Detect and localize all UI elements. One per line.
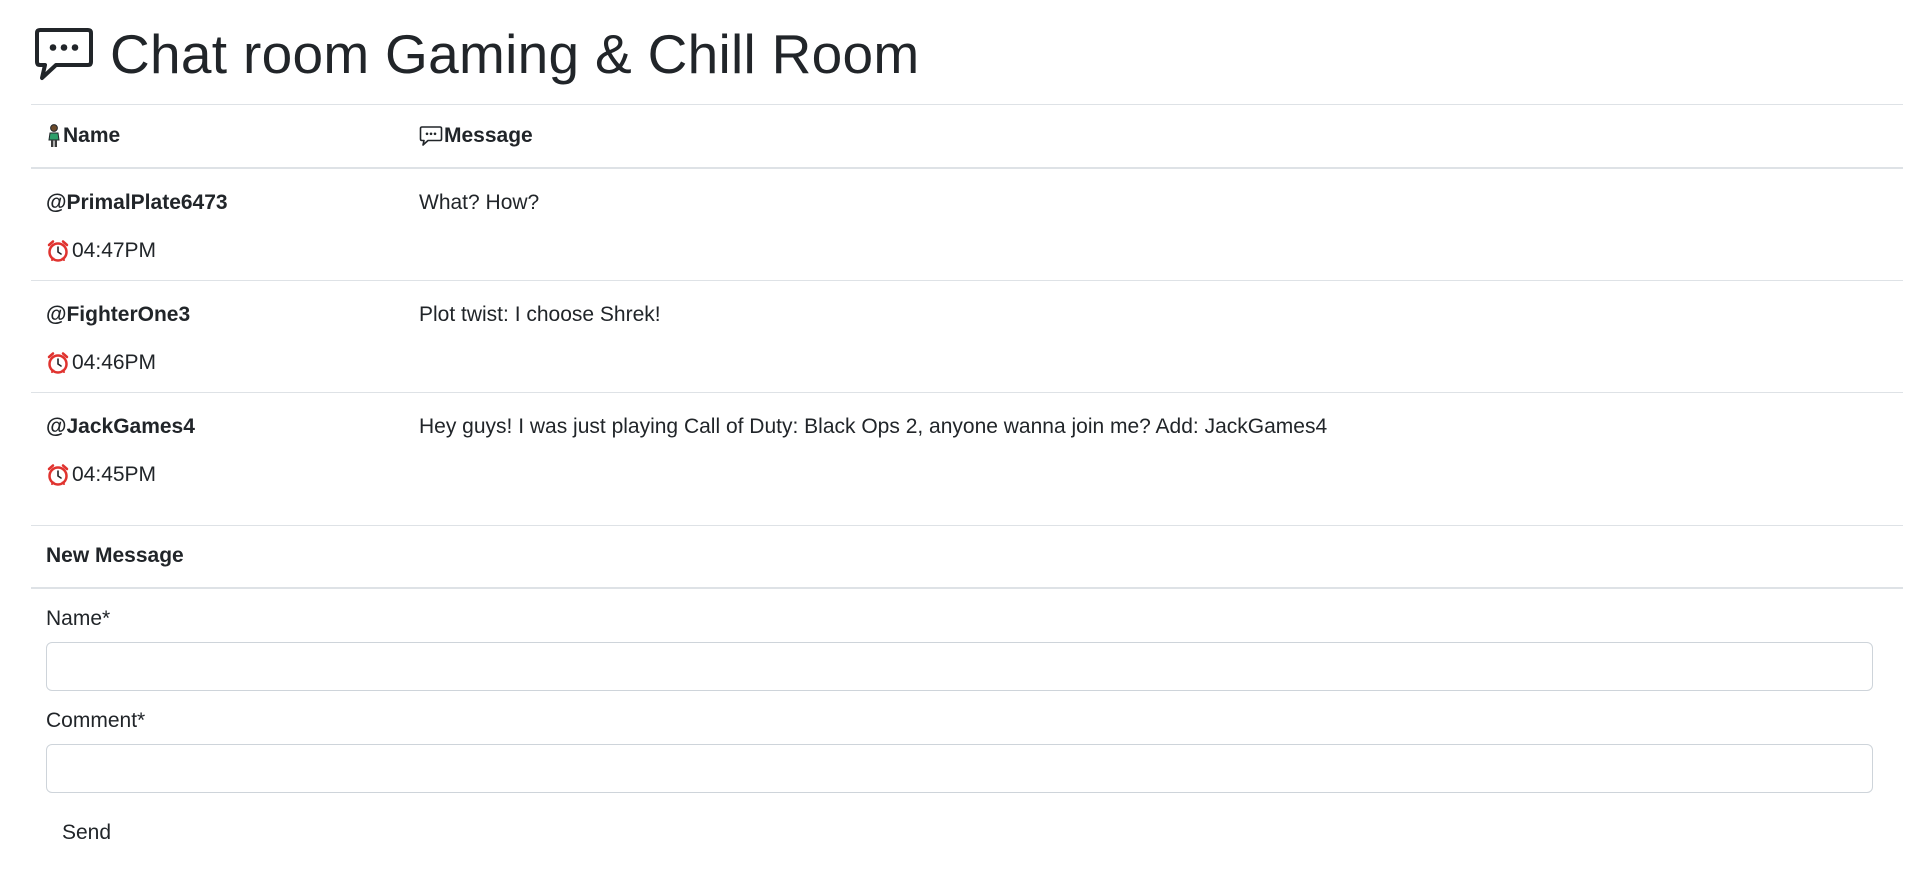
alarm-clock-icon <box>46 463 70 487</box>
author-name: @JackGames4 <box>46 414 195 438</box>
table-row: @JackGames4 04:45PM Hey guys! I was just… <box>31 392 1903 526</box>
speech-bubble-icon <box>34 24 94 84</box>
column-label: Name <box>63 124 121 147</box>
column-label: Message <box>444 124 533 147</box>
timestamp: 04:45PM <box>46 463 404 487</box>
table-header-row: Name Message <box>31 105 1903 169</box>
comment-label: Comment* <box>46 708 146 732</box>
time-text: 04:47PM <box>72 239 157 263</box>
chat-room-page: Chat room Gaming & Chill Room Name Messa… <box>31 0 1903 851</box>
new-message-form: Name* Comment* Send <box>31 607 1903 851</box>
person-icon <box>46 124 62 148</box>
table-row: @FighterOne3 04:46PM Plot twist: I choos… <box>31 280 1903 393</box>
comment-input[interactable] <box>46 743 1873 793</box>
author-name: @PrimalPlate6473 <box>46 191 228 214</box>
message-text: What? How? <box>419 191 540 214</box>
messages-table: Name Message @PrimalPlate6473 04:47PM Wh… <box>31 105 1903 526</box>
page-header: Chat room Gaming & Chill Room <box>31 0 1903 105</box>
alarm-clock-icon <box>46 351 70 375</box>
speech-bubble-icon <box>419 125 443 147</box>
author-cell: @JackGames4 04:45PM <box>31 392 404 526</box>
author-name: @FighterOne3 <box>46 302 191 326</box>
name-label: Name* <box>46 606 111 630</box>
time-text: 04:46PM <box>72 350 157 374</box>
message-cell: Hey guys! I was just playing Call of Dut… <box>404 392 1903 526</box>
time-text: 04:45PM <box>72 462 157 486</box>
send-button[interactable]: Send <box>46 815 127 851</box>
column-header-message: Message <box>404 105 1903 169</box>
column-header-name: Name <box>31 105 404 169</box>
message-cell: What? How? <box>404 168 1903 281</box>
alarm-clock-icon <box>46 239 70 263</box>
new-message-heading: New Message <box>31 526 1903 589</box>
message-text: Plot twist: I choose Shrek! <box>419 302 661 326</box>
table-row: @PrimalPlate6473 04:47PM What? How? <box>31 168 1903 281</box>
message-cell: Plot twist: I choose Shrek! <box>404 280 1903 393</box>
timestamp: 04:47PM <box>46 239 404 263</box>
author-cell: @FighterOne3 04:46PM <box>31 280 404 393</box>
name-input[interactable] <box>46 641 1873 691</box>
page-title: Chat room Gaming & Chill Room <box>110 22 920 85</box>
message-text: Hey guys! I was just playing Call of Dut… <box>419 414 1328 438</box>
timestamp: 04:46PM <box>46 351 404 375</box>
author-cell: @PrimalPlate6473 04:47PM <box>31 168 404 281</box>
